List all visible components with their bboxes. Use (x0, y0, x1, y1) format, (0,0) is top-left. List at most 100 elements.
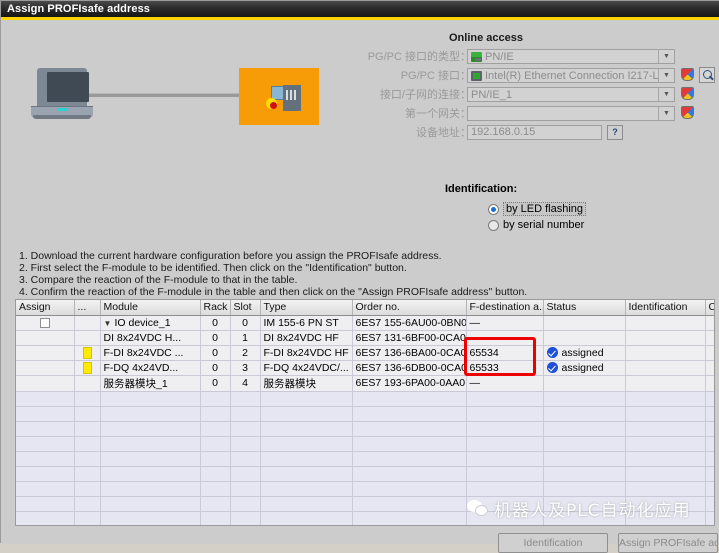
table-row-empty[interactable] (16, 406, 714, 422)
cell-empty (200, 391, 231, 407)
watermark: 机器人及PLC自动化应用 (467, 496, 691, 521)
laptop-lid (37, 68, 89, 106)
cell-confirm[interactable] (705, 375, 714, 392)
table-row[interactable]: DI 8x24VDC H... 0 1 DI 8x24VDC HF 6ES7 1… (16, 330, 714, 346)
cell-order-no: 6ES7 136-6BA00-0CA0 (352, 345, 467, 361)
device-led-indicator-icon (266, 98, 277, 109)
cell-rack: 0 (200, 330, 231, 346)
radio-by-serial-number[interactable]: by serial number (488, 219, 584, 231)
cell-marker (74, 345, 101, 361)
cell-empty (705, 391, 714, 407)
instruction-line-2: 2. First select the F-module to be ident… (19, 262, 407, 274)
cell-status (543, 330, 626, 346)
column-header-slot[interactable]: Slot (230, 300, 261, 316)
window-title-bar: Assign PROFIsafe address (1, 1, 719, 17)
cell-confirm[interactable] (705, 315, 714, 331)
column-header-f-destination[interactable]: F-destination a.. (466, 300, 544, 316)
cell-confirm[interactable] (705, 330, 714, 346)
cell-slot: 3 (230, 360, 261, 376)
chevron-down-icon[interactable]: ▼ (658, 50, 674, 63)
cell-order-no: 6ES7 155-6AU00-0BN0 (352, 315, 467, 331)
column-header-order-no[interactable]: Order no. (352, 300, 467, 316)
module-name: IO device_1 (114, 316, 171, 329)
table-row[interactable]: 服务器模块_1 0 4 服务器模块 6ES7 193-6PA00-0AA0 — (16, 375, 714, 392)
table-row-empty[interactable] (16, 451, 714, 467)
cell-f-destination: — (466, 330, 544, 346)
io-device-highlight-block[interactable] (239, 68, 319, 125)
cell-f-destination: — (466, 315, 544, 331)
radio-by-led-flashing[interactable]: by LED flashing (488, 202, 587, 216)
assign-checkbox[interactable] (39, 317, 50, 328)
cell-type: 服务器模块 (260, 375, 353, 392)
module-table[interactable]: Assign ... Module Rack Slot Type Order n… (15, 299, 715, 526)
column-header-marker[interactable]: ... (74, 300, 101, 316)
pgpc-interface-combo[interactable]: Intel(R) Ethernet Connection I217-LM ▼ (467, 68, 675, 83)
cell-assign[interactable] (16, 315, 75, 331)
cell-confirm[interactable] (705, 360, 714, 376)
cell-empty (100, 496, 201, 512)
cell-empty (200, 466, 231, 482)
cell-module: ▼ IO device_1 (100, 315, 201, 331)
cell-empty (625, 481, 706, 497)
device-address-lookup-icon[interactable]: ? (607, 125, 623, 140)
radio-button-icon[interactable] (488, 203, 499, 215)
cell-empty (260, 436, 353, 452)
cell-empty (625, 466, 706, 482)
cell-marker (74, 330, 101, 346)
pgpc-interface-type-combo[interactable]: PN/IE ▼ (467, 49, 675, 64)
column-header-assign[interactable]: Assign (16, 300, 75, 316)
network-topology-graphic (11, 30, 341, 170)
cell-empty (260, 451, 353, 467)
column-header-confirm[interactable]: Confirm (705, 300, 714, 316)
cell-assign[interactable] (16, 330, 75, 346)
column-header-identification[interactable]: Identification (625, 300, 706, 316)
cell-assign[interactable] (16, 345, 75, 361)
chevron-down-icon[interactable]: ▼ (658, 107, 674, 120)
network-adapter-icon (471, 70, 482, 81)
pgpc-interface-value: Intel(R) Ethernet Connection I217-LM (485, 69, 668, 82)
column-header-module[interactable]: Module (100, 300, 201, 316)
table-row[interactable]: F-DI 8x24VDC ... 0 2 F-DI 8x24VDC HF 6ES… (16, 345, 714, 361)
device-address-input[interactable]: 192.168.0.15 (467, 125, 602, 140)
assign-profisafe-address-button[interactable]: Assign PROFIsafe addr... (618, 533, 718, 553)
table-row[interactable]: F-DQ 4x24VD... 0 3 F-DQ 4x24VDC/... 6ES7… (16, 360, 714, 376)
assign-profisafe-address-dialog: Assign PROFIsafe address Online access P… (0, 0, 719, 553)
cell-empty (466, 391, 544, 407)
column-header-rack[interactable]: Rack (200, 300, 231, 316)
table-row-empty[interactable] (16, 481, 714, 497)
chevron-down-icon[interactable]: ▼ (658, 88, 674, 101)
cell-identification (625, 360, 706, 376)
chevron-down-icon[interactable]: ▼ (658, 69, 674, 82)
table-row-empty[interactable] (16, 466, 714, 482)
table-row-empty[interactable] (16, 391, 714, 407)
first-gateway-combo[interactable]: ▼ (467, 106, 675, 121)
radio-button-icon[interactable] (488, 219, 499, 231)
instruction-line-1: 1. Download the current hardware configu… (19, 250, 442, 262)
table-row-empty[interactable] (16, 436, 714, 452)
cell-assign[interactable] (16, 360, 75, 376)
table-row-empty[interactable] (16, 421, 714, 437)
column-header-status[interactable]: Status (543, 300, 626, 316)
search-interface-button[interactable] (699, 67, 715, 83)
subnet-properties-icon[interactable] (681, 87, 694, 100)
interface-properties-icon[interactable] (681, 68, 694, 81)
gateway-properties-icon[interactable] (681, 106, 694, 119)
cell-empty (230, 466, 261, 482)
cell-assign[interactable] (16, 375, 75, 392)
instruction-list: 1. Download the current hardware configu… (19, 250, 619, 298)
pgpc-interface-type-row: PG/PC 接口的类型： (361, 49, 471, 66)
network-type-icon (471, 51, 482, 62)
subnet-connection-combo[interactable]: PN/IE_1 ▼ (467, 87, 675, 102)
expander-icon[interactable]: ▼ (104, 319, 113, 328)
cell-empty (260, 406, 353, 422)
cell-identification (625, 330, 706, 346)
table-row[interactable]: ▼ IO device_1 0 0 IM 155-6 PN ST 6ES7 155… (16, 315, 714, 331)
identification-button[interactable]: Identification (498, 533, 608, 553)
cell-empty (200, 436, 231, 452)
cell-confirm[interactable] (705, 345, 714, 361)
column-header-type[interactable]: Type (260, 300, 353, 316)
cell-empty (230, 391, 261, 407)
cell-empty (200, 511, 231, 525)
cell-empty (543, 406, 626, 422)
cell-empty (625, 436, 706, 452)
